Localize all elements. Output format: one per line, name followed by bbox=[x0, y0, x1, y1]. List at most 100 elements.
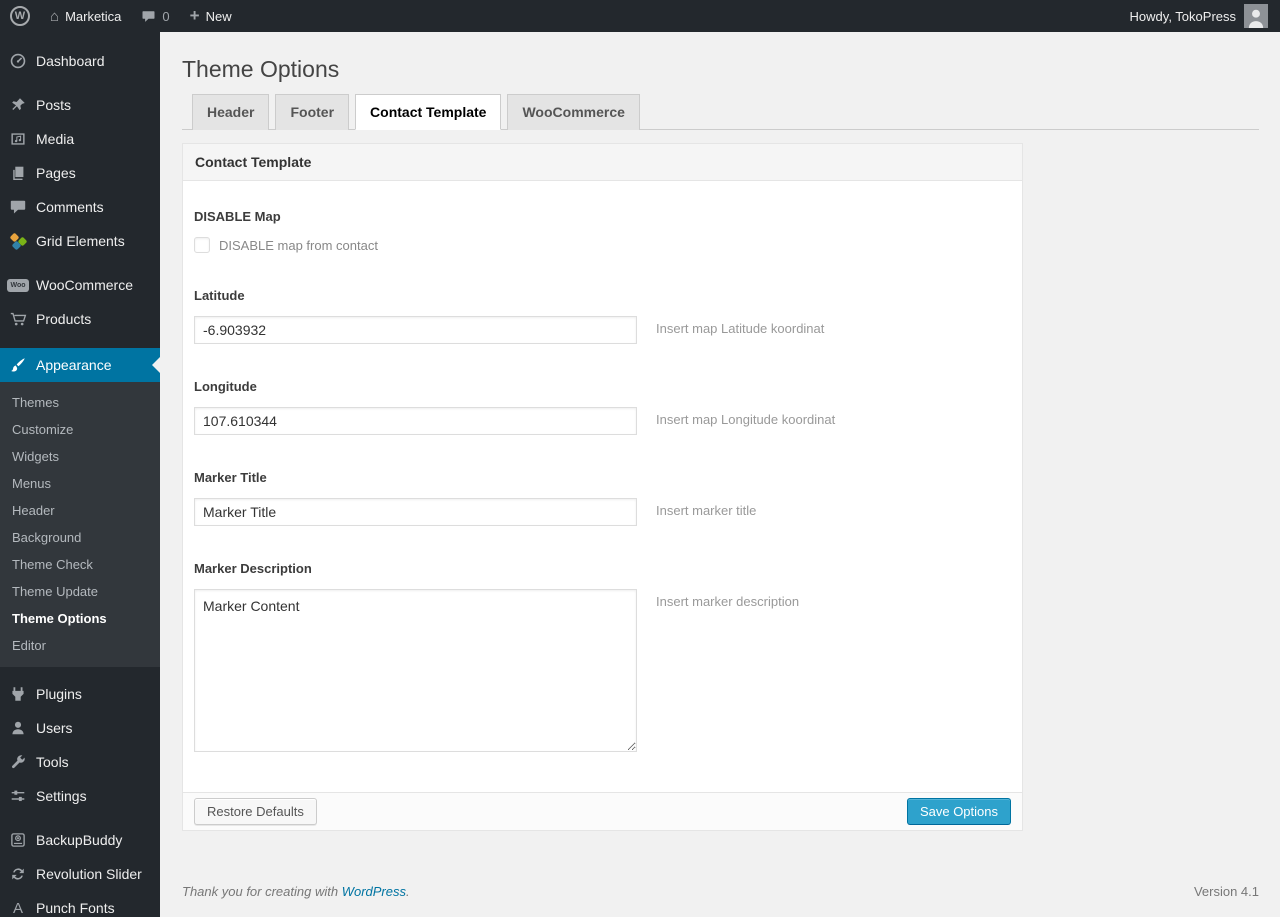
pushpin-icon bbox=[8, 95, 28, 115]
my-account-menu[interactable]: Howdy, TokoPress bbox=[1120, 0, 1236, 32]
new-content-menu[interactable]: + New bbox=[180, 0, 242, 32]
submenu-item-background[interactable]: Background bbox=[0, 524, 160, 551]
field-help: Insert map Latitude koordinat bbox=[656, 321, 825, 336]
field-label: Marker Description bbox=[194, 561, 312, 576]
field-marker-title: Marker Title Insert marker title bbox=[194, 470, 1010, 526]
cart-icon bbox=[8, 309, 28, 329]
panel-body: DISABLE Map DISABLE map from contact Lat… bbox=[183, 181, 1022, 792]
sidebar-item-plugins[interactable]: Plugins bbox=[0, 677, 160, 711]
sidebar-label: Pages bbox=[36, 165, 76, 181]
home-icon: ⌂ bbox=[50, 7, 60, 25]
version-text: Version 4.1 bbox=[1193, 884, 1259, 899]
wordpress-logo-icon: W bbox=[10, 6, 30, 26]
sidebar-item-pages[interactable]: Pages bbox=[0, 156, 160, 190]
checkbox-label: DISABLE map from contact bbox=[219, 237, 378, 253]
user-silhouette-icon bbox=[1248, 9, 1264, 28]
sidebar-item-backupbuddy[interactable]: BackupBuddy bbox=[0, 823, 160, 857]
thanks-period: . bbox=[406, 884, 410, 899]
longitude-input[interactable] bbox=[194, 407, 637, 435]
letter-a-icon: A bbox=[12, 899, 23, 917]
avatar[interactable] bbox=[1244, 4, 1268, 28]
sidebar-label: Comments bbox=[36, 199, 104, 215]
panel-title: Contact Template bbox=[183, 144, 1022, 181]
media-icon bbox=[8, 129, 28, 149]
page-footer: Thank you for creating with WordPress. V… bbox=[182, 884, 1259, 899]
tab-header[interactable]: Header bbox=[192, 94, 270, 130]
submenu-item-customize[interactable]: Customize bbox=[0, 416, 160, 443]
thanks-text: Thank you for creating with bbox=[182, 884, 342, 899]
submenu-item-theme-update[interactable]: Theme Update bbox=[0, 578, 160, 605]
howdy-text: Howdy, TokoPress bbox=[1129, 8, 1236, 24]
tab-woocommerce[interactable]: WooCommerce bbox=[507, 94, 640, 130]
save-options-button[interactable]: Save Options bbox=[906, 798, 1011, 825]
restore-defaults-button[interactable]: Restore Defaults bbox=[194, 798, 317, 825]
field-marker-description: Marker Description Marker Content Insert… bbox=[194, 561, 1010, 752]
sidebar-label: WooCommerce bbox=[36, 277, 133, 293]
panel-footer: Restore Defaults Save Options bbox=[183, 792, 1022, 830]
submenu-item-theme-check[interactable]: Theme Check bbox=[0, 551, 160, 578]
sidebar-item-dashboard[interactable]: Dashboard bbox=[0, 44, 160, 78]
sidebar-label: Appearance bbox=[36, 357, 112, 373]
sidebar-label: Products bbox=[36, 311, 92, 327]
sidebar-item-media[interactable]: Media bbox=[0, 122, 160, 156]
sidebar-item-woocommerce[interactable]: Woo WooCommerce bbox=[0, 268, 160, 302]
sidebar-item-appearance[interactable]: Appearance bbox=[0, 348, 160, 382]
dashboard-icon bbox=[8, 51, 28, 71]
sidebar-item-revolution-slider[interactable]: Revolution Slider bbox=[0, 857, 160, 891]
disable-map-checkbox[interactable] bbox=[194, 237, 210, 253]
appearance-submenu: Themes Customize Widgets Menus Header Ba… bbox=[0, 382, 160, 667]
marker-title-input[interactable] bbox=[194, 498, 637, 526]
grid-elements-icon bbox=[8, 231, 28, 251]
page-title: Theme Options bbox=[182, 56, 340, 82]
sidebar-item-tools[interactable]: Tools bbox=[0, 745, 160, 779]
sidebar-label: Media bbox=[36, 131, 75, 147]
field-label: Marker Title bbox=[194, 470, 267, 485]
comments-menu[interactable]: 0 bbox=[131, 0, 179, 32]
menu-separator bbox=[0, 258, 160, 268]
footer-thanks: Thank you for creating with WordPress. bbox=[182, 884, 410, 899]
sidebar-label: Revolution Slider bbox=[36, 866, 142, 882]
submenu-item-theme-options[interactable]: Theme Options bbox=[0, 605, 160, 632]
field-help: Insert marker title bbox=[656, 503, 757, 518]
tab-footer[interactable]: Footer bbox=[275, 94, 350, 130]
field-label: Longitude bbox=[194, 379, 257, 394]
sidebar-item-products[interactable]: Products bbox=[0, 302, 160, 336]
sidebar-item-posts[interactable]: Posts bbox=[0, 88, 160, 122]
sidebar-label: BackupBuddy bbox=[36, 832, 123, 848]
submenu-item-header[interactable]: Header bbox=[0, 497, 160, 524]
field-latitude: Latitude Insert map Latitude koordinat bbox=[194, 288, 1010, 344]
pages-icon bbox=[8, 163, 28, 183]
sliders-icon bbox=[8, 786, 28, 806]
tab-contact-template[interactable]: Contact Template bbox=[355, 94, 502, 130]
sidebar-item-punch-fonts[interactable]: A Punch Fonts bbox=[0, 891, 160, 917]
user-icon bbox=[8, 718, 28, 738]
submenu-item-menus[interactable]: Menus bbox=[0, 470, 160, 497]
admin-sidebar: Dashboard Posts Media Pages Comments Gri… bbox=[0, 32, 160, 917]
site-name-menu[interactable]: ⌂ Marketica bbox=[40, 0, 131, 32]
sidebar-item-comments[interactable]: Comments bbox=[0, 190, 160, 224]
field-disable-map: DISABLE Map DISABLE map from contact bbox=[194, 209, 1010, 253]
contact-template-panel: Contact Template DISABLE Map DISABLE map… bbox=[182, 143, 1023, 831]
sidebar-item-settings[interactable]: Settings bbox=[0, 779, 160, 813]
comment-count: 0 bbox=[162, 8, 170, 24]
comment-bubble-icon bbox=[8, 197, 28, 217]
field-longitude: Longitude Insert map Longitude koordinat bbox=[194, 379, 1010, 435]
submenu-item-themes[interactable]: Themes bbox=[0, 389, 160, 416]
submenu-item-widgets[interactable]: Widgets bbox=[0, 443, 160, 470]
sidebar-label: Punch Fonts bbox=[36, 900, 115, 916]
field-label: DISABLE Map bbox=[194, 209, 281, 224]
submenu-item-editor[interactable]: Editor bbox=[0, 632, 160, 659]
sidebar-label: Users bbox=[36, 720, 73, 736]
brush-icon bbox=[8, 355, 28, 375]
field-help: Insert marker description bbox=[656, 594, 800, 609]
sidebar-label: Settings bbox=[36, 788, 87, 804]
sidebar-item-grid-elements[interactable]: Grid Elements bbox=[0, 224, 160, 258]
sidebar-item-users[interactable]: Users bbox=[0, 711, 160, 745]
field-label: Latitude bbox=[194, 288, 245, 303]
wp-logo-menu[interactable]: W bbox=[0, 0, 40, 32]
marker-description-textarea[interactable]: Marker Content bbox=[194, 589, 637, 752]
latitude-input[interactable] bbox=[194, 316, 637, 344]
main-content: Theme Options Header Footer Contact Temp… bbox=[160, 0, 1280, 899]
site-name: Marketica bbox=[65, 8, 122, 24]
wordpress-link[interactable]: WordPress bbox=[342, 884, 406, 899]
